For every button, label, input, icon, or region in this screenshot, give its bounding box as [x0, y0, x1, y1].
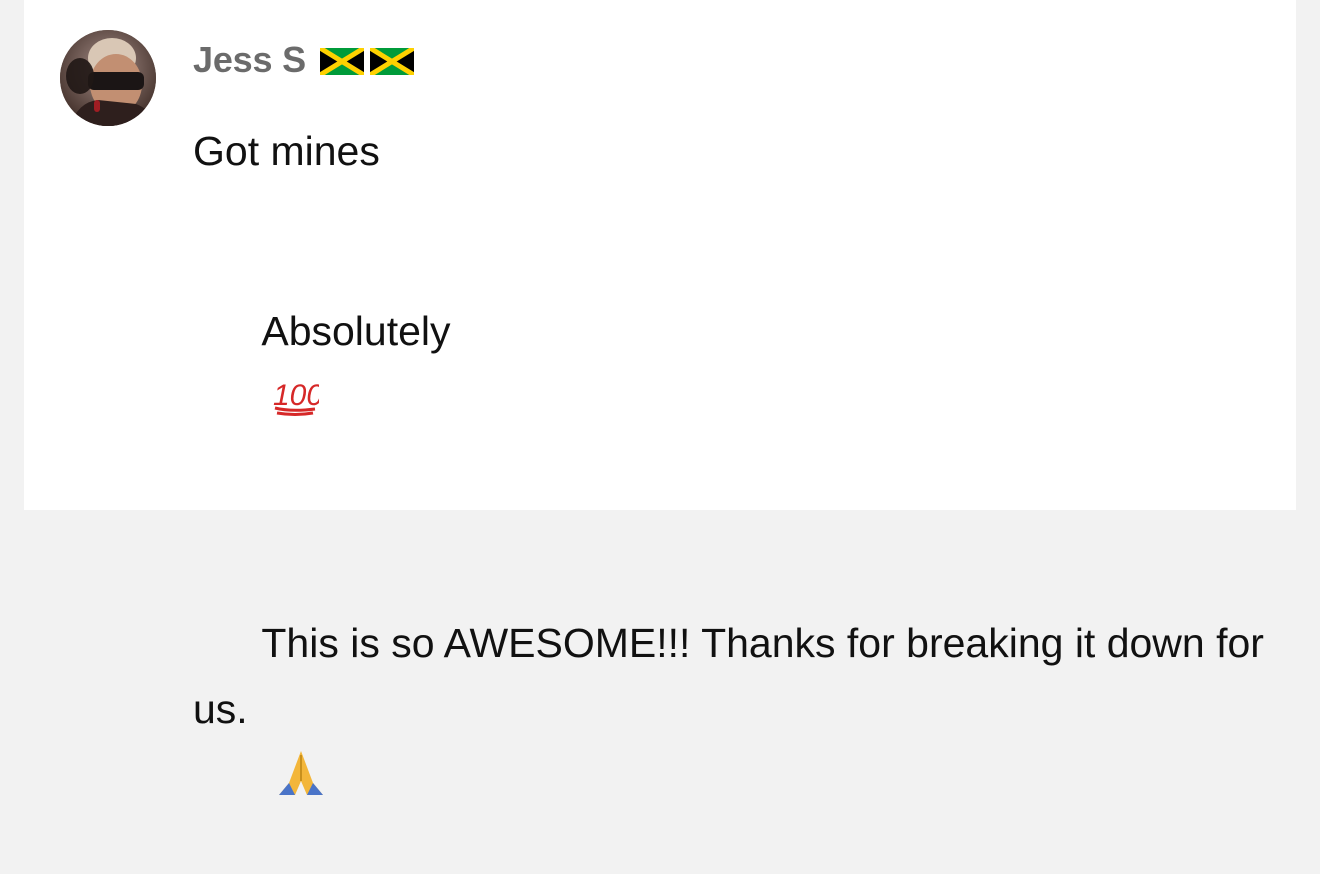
- comment-line-2: Absolutely 100: [193, 232, 1278, 496]
- praying-hands-icon: [279, 751, 324, 796]
- avatar-image: [60, 30, 156, 126]
- comment-card: Jess S Got mines Absolutely 100 This is …: [24, 0, 1296, 796]
- svg-text:100: 100: [273, 379, 319, 412]
- comment-line-3: This is so AWESOME!!! Thanks for breakin…: [193, 544, 1278, 874]
- author-badges: [319, 46, 414, 75]
- comment-line-1: Got mines: [193, 128, 380, 174]
- avatar[interactable]: [60, 30, 156, 126]
- comment-line-3-text: This is so AWESOME!!! Thanks for breakin…: [193, 620, 1276, 732]
- comment-body: Got mines Absolutely 100 This is so AWES…: [193, 118, 1278, 874]
- jamaica-flag-icon: [369, 47, 414, 75]
- author-row: Jess S: [193, 38, 414, 82]
- jamaica-flag-icon: [319, 47, 364, 75]
- hundred-points-icon: 100: [273, 379, 319, 417]
- author-name[interactable]: Jess S: [193, 38, 306, 82]
- comment-line-2-text: Absolutely: [261, 308, 451, 354]
